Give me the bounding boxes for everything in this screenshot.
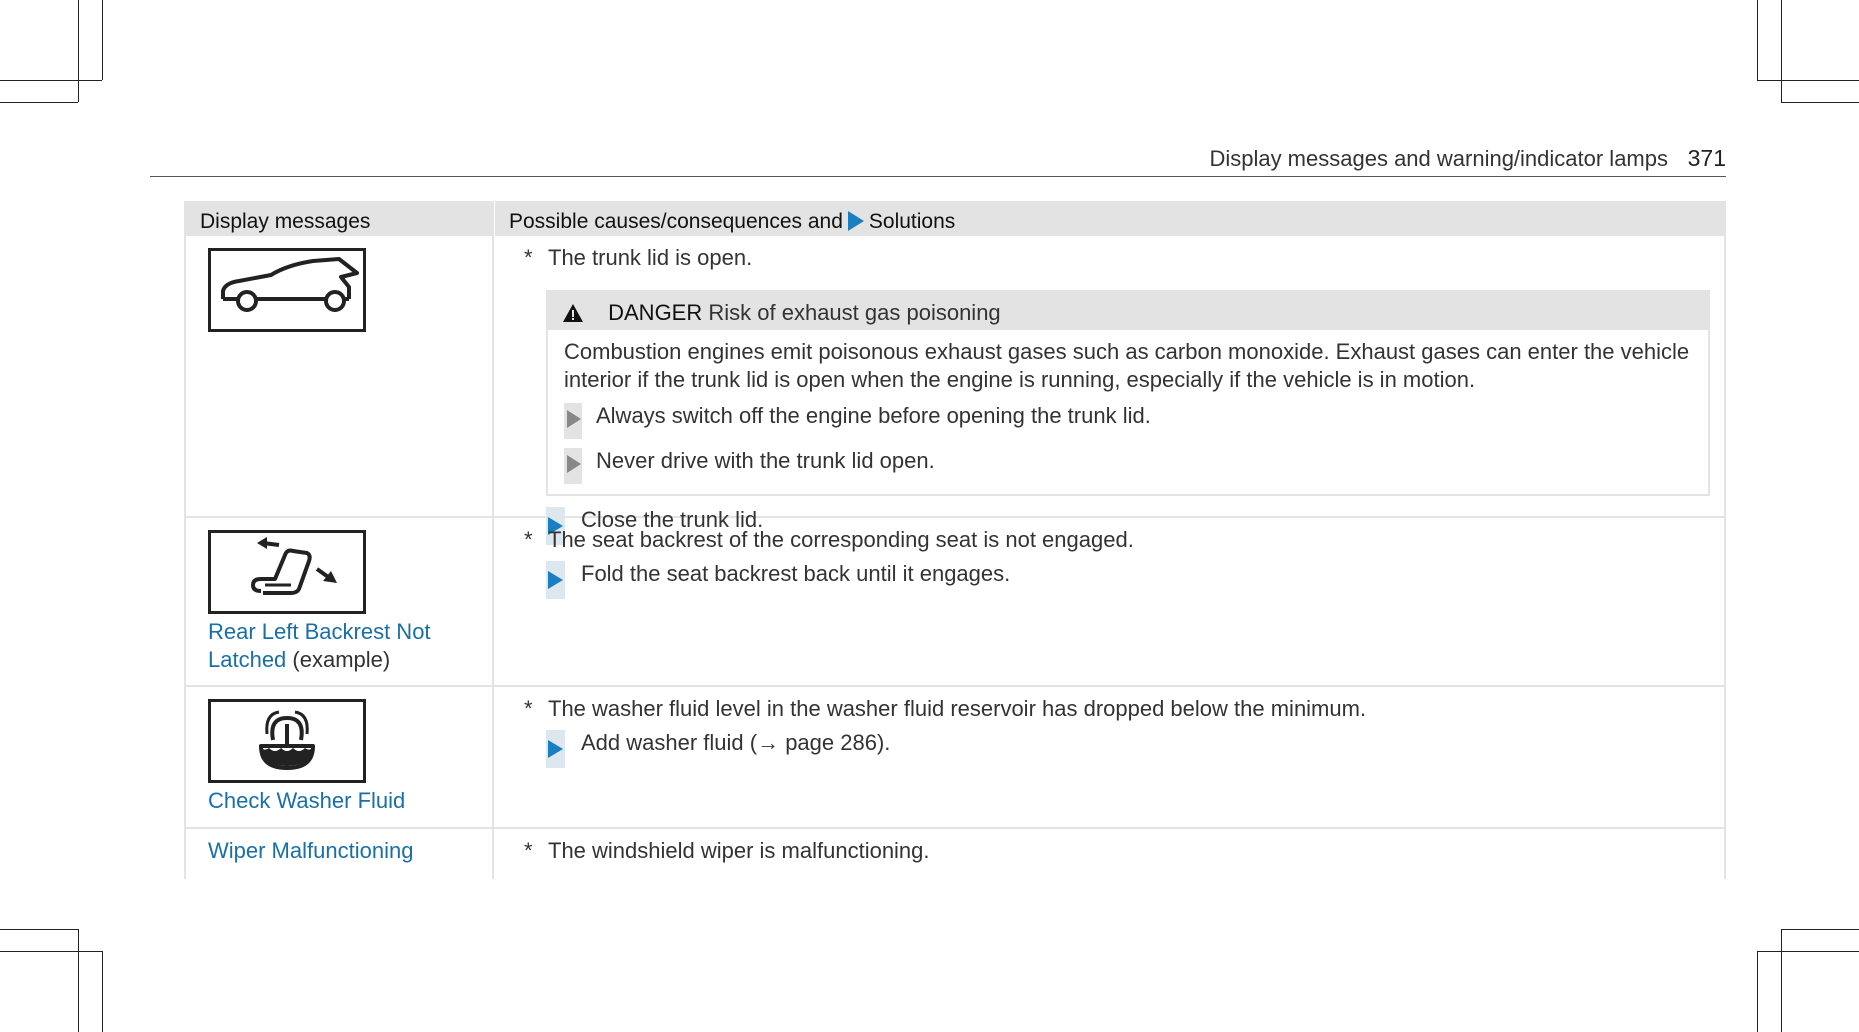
cause-text: * The washer fluid level in the washer fl…	[524, 696, 1367, 721]
message-cell: Check Washer Fluid	[184, 687, 494, 827]
danger-header: DANGER Risk of exhaust gas poisoning	[548, 292, 1708, 330]
message-cell: Rear Left Backrest Not Latched (example)	[184, 518, 494, 685]
crop-mark	[1781, 102, 1859, 103]
crop-mark	[1781, 929, 1859, 930]
display-messages-table: Display messages Possible causes/consequ…	[184, 201, 1726, 879]
crop-mark	[102, 951, 103, 1032]
step-arrow-icon	[564, 448, 582, 484]
message-name: Wiper Malfunctioning	[208, 838, 414, 863]
warning-triangle-icon	[563, 304, 583, 322]
page-number: 371	[1687, 145, 1726, 171]
danger-step: Always switch off the engine before open…	[564, 402, 1690, 439]
causes-cell: * The windshield wiper is malfunctioning.	[494, 829, 1726, 879]
crop-mark	[0, 102, 78, 103]
danger-step: Never drive with the trunk lid open.	[564, 447, 1690, 484]
crop-mark	[102, 0, 103, 80]
crop-mark	[78, 0, 79, 102]
cause-text: * The windshield wiper is malfunctioning.	[524, 838, 930, 863]
solution-arrow-icon	[847, 211, 864, 231]
column-header-display-messages: Display messages	[200, 210, 371, 233]
cause-text: * The seat backrest of the corresponding …	[524, 527, 1134, 552]
crop-mark	[1757, 80, 1859, 81]
danger-description: Combustion engines emit poisonous exhaus…	[564, 339, 1690, 392]
crop-mark	[1757, 951, 1758, 1032]
crop-mark	[1757, 951, 1859, 952]
message-cell	[184, 236, 494, 516]
step-arrow-icon	[564, 403, 582, 439]
causes-cell: * The washer fluid level in the washer fl…	[494, 687, 1726, 827]
crop-mark	[0, 80, 102, 81]
message-cell: Wiper Malfunctioning	[184, 829, 494, 879]
section-title: Display messages and warning/indicator l…	[1209, 146, 1668, 171]
solution-arrow-icon	[548, 740, 563, 758]
solution-step: Fold the seat backrest back until it eng…	[524, 560, 1710, 599]
causes-cell: * The seat backrest of the corresponding …	[494, 518, 1726, 685]
column-header-causes-solutions: Possible causes/consequences and Solution…	[494, 201, 1726, 236]
solution-arrow-icon	[548, 571, 563, 589]
crop-mark	[1757, 0, 1758, 80]
message-name: Check Washer Fluid	[208, 788, 406, 813]
seat-backrest-icon	[208, 530, 366, 614]
causes-cell: * The trunk lid is open. DANGER Risk of e…	[494, 236, 1726, 545]
danger-label: DANGER	[608, 300, 703, 325]
crop-mark	[78, 929, 79, 1032]
crop-mark	[0, 951, 102, 952]
table-row: * The trunk lid is open. DANGER Risk of e…	[184, 236, 1726, 545]
crop-mark	[1781, 929, 1782, 1032]
table-row: Wiper Malfunctioning * The windshield wip…	[184, 829, 1726, 879]
crop-mark	[1781, 0, 1782, 102]
cause-text: * The trunk lid is open.	[524, 245, 753, 270]
trunk-open-icon	[208, 248, 366, 332]
danger-box: DANGER Risk of exhaust gas poisoning Com…	[546, 290, 1710, 496]
table-row: Check Washer Fluid * The washer fluid lev…	[184, 687, 1726, 829]
table-row: Rear Left Backrest Not Latched (example)…	[184, 518, 1726, 687]
page-header: Display messages and warning/indicator l…	[150, 140, 1726, 177]
crop-mark	[0, 929, 78, 930]
message-name: Rear Left Backrest Not Latched (example)	[208, 619, 431, 672]
danger-title: Risk of exhaust gas poisoning	[708, 300, 1001, 325]
solution-step: Add washer fluid (→ page 286).	[524, 729, 1710, 768]
table-header: Display messages Possible causes/consequ…	[184, 201, 1726, 236]
danger-body: Combustion engines emit poisonous exhaus…	[548, 330, 1708, 494]
washer-fluid-icon	[208, 699, 366, 783]
